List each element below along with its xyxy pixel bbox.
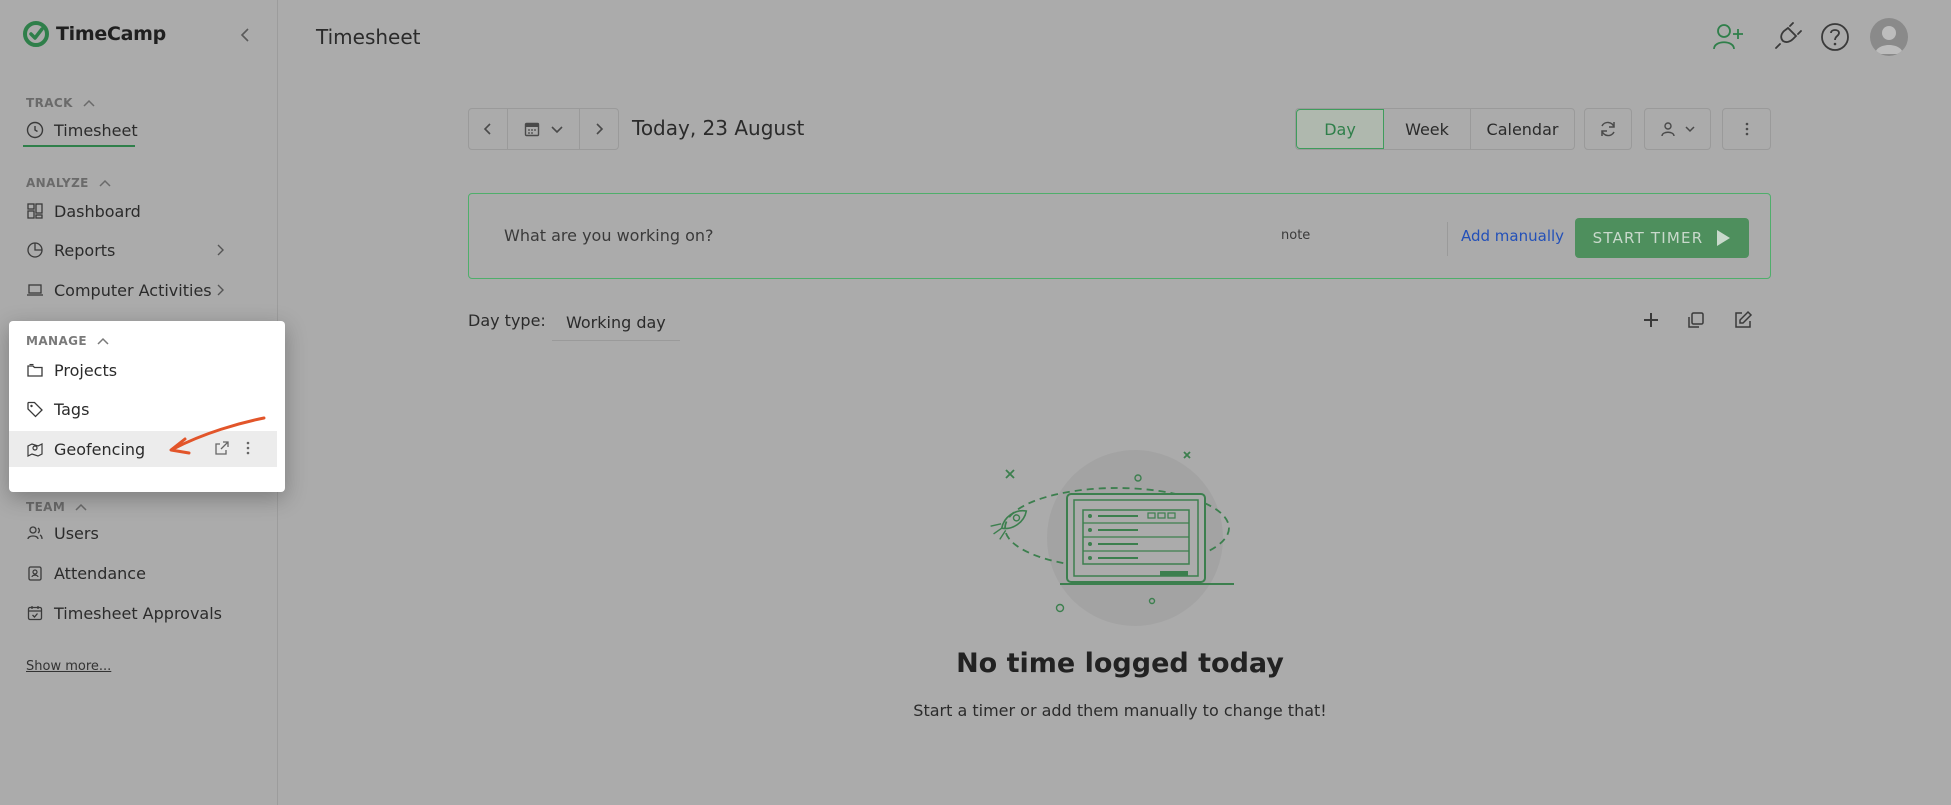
chevron-right-icon (596, 123, 604, 135)
view-calendar-button[interactable]: Calendar (1471, 109, 1574, 149)
plug-icon[interactable] (1770, 20, 1804, 54)
current-date-label: Today, 23 August (632, 116, 805, 140)
more-options-button[interactable] (1722, 108, 1771, 150)
calendar-check-icon (27, 606, 43, 621)
sidebar-item-users[interactable]: Users (26, 519, 99, 547)
next-day-button[interactable] (579, 108, 619, 150)
empty-state-subtitle: Start a timer or add them manually to ch… (913, 701, 1327, 720)
chevron-left-icon (483, 123, 491, 135)
chevron-right-icon (217, 244, 224, 256)
section-analyze-label: ANALYZE (26, 176, 89, 190)
timecamp-logo-icon (23, 21, 49, 47)
collapse-sidebar-icon[interactable] (236, 25, 256, 45)
sidebar-item-timesheet-approvals[interactable]: Timesheet Approvals (26, 599, 222, 627)
active-indicator (23, 145, 135, 147)
section-team-label: TEAM (26, 500, 66, 514)
sidebar-item-geofencing[interactable]: Geofencing (26, 435, 145, 463)
play-icon (1717, 230, 1731, 246)
plus-icon[interactable] (1640, 309, 1662, 331)
refresh-icon (1601, 121, 1615, 137)
chevron-up-icon (97, 337, 109, 345)
clock-icon (26, 121, 44, 139)
sidebar-item-dashboard[interactable]: Dashboard (26, 197, 141, 225)
sidebar-item-label: Reports (54, 240, 116, 260)
user-icon (1660, 122, 1675, 137)
sidebar-item-label: Dashboard (54, 201, 141, 221)
calendar-icon (524, 122, 539, 137)
chevron-down-icon (550, 126, 563, 134)
view-week-button[interactable]: Week (1384, 109, 1471, 149)
chevron-up-icon (75, 503, 87, 511)
chevron-up-icon (99, 179, 111, 187)
add-user-icon[interactable] (1711, 20, 1745, 54)
chevron-right-icon (217, 284, 224, 296)
duplicate-icon[interactable] (1685, 309, 1707, 331)
day-type-label: Day type: (468, 311, 546, 330)
note-input[interactable]: note (1281, 228, 1310, 243)
timer-divider (1447, 222, 1448, 256)
tag-icon (27, 401, 43, 418)
help-icon[interactable] (1818, 20, 1852, 54)
start-timer-button[interactable]: START TIMER (1575, 218, 1749, 258)
chevron-up-icon (83, 99, 95, 107)
user-avatar-icon (1875, 26, 1903, 54)
map-pin-icon (27, 443, 43, 457)
more-vertical-icon (1745, 122, 1748, 136)
manage-section-panel: MANAGE Projects Tags Geofencing (9, 321, 285, 492)
sidebar-item-label: Projects (54, 360, 118, 380)
section-analyze-header[interactable]: ANALYZE (26, 176, 113, 190)
chevron-down-icon (1684, 126, 1695, 133)
task-input[interactable]: What are you working on? (504, 226, 714, 245)
timer-bar: What are you working on? note Add manual… (468, 193, 1771, 279)
prev-day-button[interactable] (468, 108, 508, 150)
view-day-button[interactable]: Day (1296, 109, 1384, 149)
section-manage-label: MANAGE (26, 334, 88, 348)
empty-state-illustration (990, 450, 1234, 626)
sidebar-item-timesheet[interactable]: Timesheet (26, 116, 138, 144)
view-switcher: Day Week Calendar (1295, 108, 1575, 150)
add-manually-link[interactable]: Add manually (1461, 227, 1564, 245)
folder-icon (27, 363, 43, 377)
edit-icon[interactable] (1732, 309, 1754, 331)
sidebar-item-label: Timesheet (54, 120, 138, 140)
day-type-select[interactable]: Working day (552, 301, 680, 341)
sidebar-item-label: Geofencing (54, 439, 146, 459)
app-logo[interactable]: TimeCamp (22, 20, 166, 48)
sidebar-item-tags[interactable]: Tags (26, 395, 89, 423)
section-track-header[interactable]: TRACK (26, 96, 97, 110)
section-manage-header[interactable]: MANAGE (26, 334, 111, 348)
section-track-label: TRACK (26, 96, 73, 110)
user-filter-button[interactable] (1644, 108, 1711, 150)
pie-chart-icon (27, 242, 43, 258)
page-title: Timesheet (316, 25, 421, 49)
sidebar-item-reports[interactable]: Reports (26, 236, 226, 264)
sidebar-item-label: Computer Activities (54, 280, 212, 300)
sidebar-item-label: Users (54, 523, 99, 543)
empty-state-title: No time logged today (956, 648, 1284, 679)
sidebar-item-label: Timesheet Approvals (54, 603, 223, 623)
sidebar-item-computer-activities[interactable]: Computer Activities (26, 276, 226, 304)
section-team-header[interactable]: TEAM (26, 500, 89, 514)
badge-icon (28, 566, 42, 581)
laptop-icon (27, 284, 43, 296)
app-name: TimeCamp (56, 23, 166, 45)
sync-button[interactable] (1584, 108, 1632, 150)
sidebar-item-attendance[interactable]: Attendance (26, 559, 146, 587)
sidebar-item-label: Tags (54, 399, 90, 419)
users-icon (27, 526, 43, 540)
avatar[interactable] (1870, 18, 1908, 56)
date-picker-button[interactable] (507, 108, 580, 150)
sidebar-item-label: Attendance (54, 563, 146, 583)
dashboard-icon (27, 203, 43, 219)
annotation-arrow-icon (169, 416, 266, 455)
sidebar-item-projects[interactable]: Projects (26, 356, 117, 384)
start-timer-label: START TIMER (1592, 229, 1704, 247)
